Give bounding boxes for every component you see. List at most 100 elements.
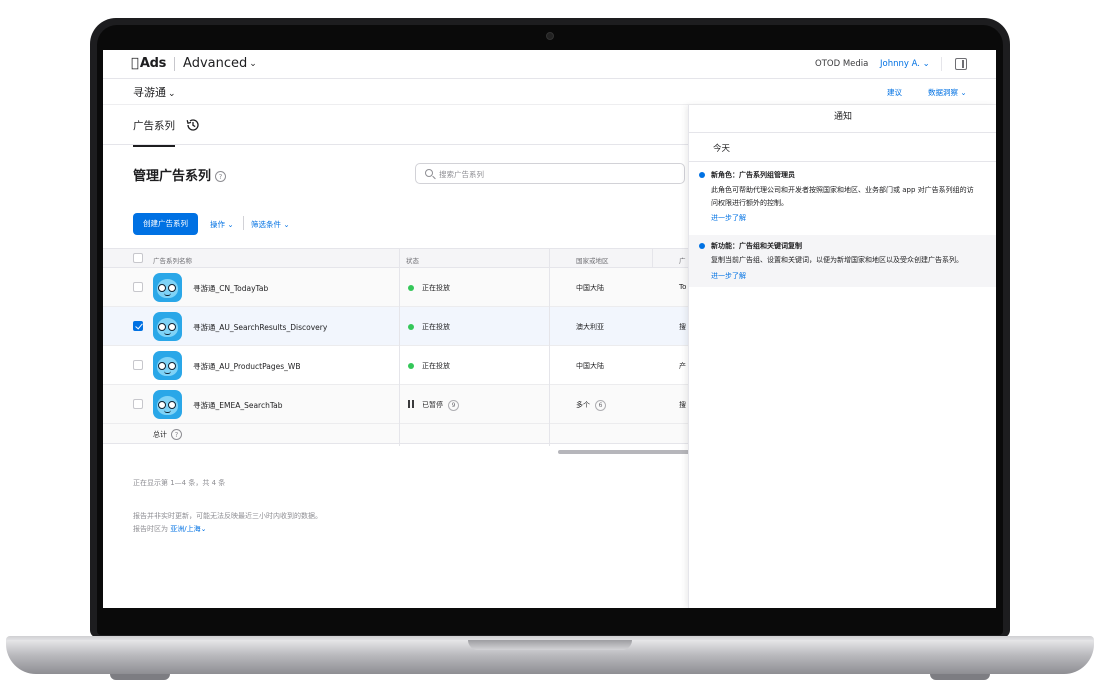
campaign-name[interactable]: 寻游通_AU_SearchResults_Discovery	[193, 322, 327, 333]
campaign-country: 中国大陆	[576, 284, 604, 292]
column-divider	[652, 248, 653, 268]
campaign-status: 正在投放	[422, 323, 450, 331]
pause-icon	[408, 400, 414, 408]
campaign-name[interactable]: 寻游通_CN_TodayTab	[193, 283, 268, 294]
divider	[243, 216, 244, 230]
campaign-country: 中国大陆	[576, 362, 604, 370]
report-timezone: 报告时区为 亚洲/上海⌄	[133, 524, 206, 534]
notifications-title: 通知	[689, 105, 996, 133]
campaign-country: 澳大利亚	[576, 323, 604, 331]
help-icon[interactable]: ?	[215, 171, 227, 182]
campaign-status: 已暂停 9	[422, 400, 459, 411]
timezone-link[interactable]: 亚洲/上海⌄	[170, 525, 206, 533]
user-name: Johnny A.	[880, 59, 920, 69]
apple-logo-icon: 	[131, 56, 139, 71]
app-icon	[153, 390, 182, 419]
notification-heading: 新功能：广告组和关键词复制	[711, 242, 802, 250]
brand[interactable]:  Ads Advanced ⌄	[131, 56, 257, 71]
chevron-down-icon: ⌄	[960, 88, 967, 97]
insights-label: 数据洞察	[928, 88, 958, 97]
timezone-prefix: 报告时区为	[133, 525, 168, 533]
actions-menu[interactable]: 操作 ⌄	[210, 219, 234, 230]
row-checkbox[interactable]	[133, 282, 143, 292]
chevron-down-icon: ⌄	[922, 59, 930, 69]
column-divider	[549, 248, 550, 446]
actions-label: 操作	[210, 220, 225, 229]
laptop-opening-notch	[468, 640, 632, 650]
notification-item[interactable]: 新角色：广告系列组管理员 此角色可帮助代理公司和开发者按照国家和地区、业务部门或…	[689, 162, 996, 233]
total-label: 总计?	[153, 429, 182, 440]
app-switcher[interactable]: 寻游通 ⌄	[133, 84, 176, 100]
org-name: OTOD Media	[815, 59, 869, 69]
filter-label: 筛选条件	[251, 220, 281, 229]
table-header: 广告系列名称 状态 国家或地区 广	[103, 248, 703, 268]
column-header-name[interactable]: 广告系列名称	[153, 255, 192, 265]
campaign-extra: 搜	[679, 401, 686, 409]
app-icon	[153, 312, 182, 341]
count-badge[interactable]: 6	[595, 400, 606, 411]
chevron-down-icon: ⌄	[168, 89, 176, 99]
chevron-down-icon: ⌄	[200, 525, 207, 533]
timezone-value: 亚洲/上海	[170, 525, 201, 533]
status-running-icon	[408, 363, 414, 369]
brand-divider	[174, 56, 176, 71]
total-row: 总计?	[103, 424, 703, 444]
chevron-down-icon: ⌄	[249, 59, 257, 69]
learn-more-link[interactable]: 进一步了解	[711, 213, 746, 223]
status-running-icon	[408, 285, 414, 291]
page-title-text: 管理广告系列	[133, 169, 212, 184]
campaign-extra: 产	[679, 362, 686, 370]
table-row[interactable]: 寻游通_CN_TodayTab 正在投放 中国大陆 To	[103, 268, 703, 307]
search-placeholder: 搜索广告系列	[439, 170, 484, 179]
search-icon	[425, 169, 433, 177]
filter-menu[interactable]: 筛选条件 ⌄	[251, 219, 290, 230]
row-checkbox[interactable]	[133, 399, 143, 409]
camera	[546, 32, 554, 40]
app-bar: 寻游通 ⌄ 建议 数据洞察 ⌄	[103, 79, 996, 105]
help-icon[interactable]: ?	[171, 429, 182, 440]
notification-body: 复制当前广告组、设置和关键词，以便为新增国家和地区以及受众创建广告系列。	[711, 256, 963, 264]
status-text: 已暂停	[422, 401, 443, 409]
table-row[interactable]: 寻游通_AU_ProductPages_WB 正在投放 中国大陆 产	[103, 346, 703, 385]
divider	[941, 57, 942, 71]
table-row[interactable]: 寻游通_EMEA_SearchTab 已暂停 9 多个 6 搜	[103, 385, 703, 424]
column-divider	[399, 248, 400, 446]
row-checkbox[interactable]	[133, 321, 143, 331]
panel-toggle-icon[interactable]	[955, 58, 967, 70]
campaign-status: 正在投放	[422, 284, 450, 292]
insights-menu[interactable]: 数据洞察 ⌄	[928, 87, 967, 98]
tab-campaigns[interactable]: 广告系列	[133, 118, 175, 147]
create-campaign-button[interactable]: 创建广告系列	[133, 213, 198, 235]
app-name: 寻游通	[133, 86, 166, 99]
table-row[interactable]: 寻游通_AU_SearchResults_Discovery 正在投放 澳大利亚…	[103, 307, 703, 346]
campaign-name[interactable]: 寻游通_EMEA_SearchTab	[193, 400, 283, 411]
brand-ads: Ads	[132, 56, 167, 71]
column-header-country[interactable]: 国家或地区	[576, 255, 609, 265]
pagination-count: 正在显示第 1—4 条，共 4 条	[133, 479, 226, 487]
campaign-extra: 搜	[679, 323, 686, 331]
search-input[interactable]: 搜索广告系列	[415, 163, 685, 184]
user-menu[interactable]: Johnny A. ⌄	[880, 59, 930, 69]
top-bar:  Ads Advanced ⌄ OTOD Media Johnny A. ⌄	[103, 50, 996, 79]
report-note: 报告并非实时更新，可能无法反映最近三小时内收到的数据。	[133, 512, 322, 520]
column-header-extra[interactable]: 广	[679, 255, 686, 265]
country-text: 多个	[576, 401, 590, 409]
campaign-extra: To	[679, 283, 687, 291]
suggestions-link[interactable]: 建议	[887, 87, 902, 98]
product-switcher[interactable]: Advanced	[183, 56, 247, 71]
campaign-name[interactable]: 寻游通_AU_ProductPages_WB	[193, 361, 300, 372]
count-badge[interactable]: 9	[448, 400, 459, 411]
horizontal-scrollbar[interactable]	[558, 450, 693, 454]
row-checkbox[interactable]	[133, 360, 143, 370]
notification-heading: 新角色：广告系列组管理员	[711, 171, 795, 179]
notifications-group-label: 今天	[713, 144, 731, 154]
notification-item[interactable]: 新功能：广告组和关键词复制 复制当前广告组、设置和关键词，以便为新增国家和地区以…	[689, 235, 996, 287]
learn-more-link[interactable]: 进一步了解	[711, 271, 746, 281]
history-icon[interactable]	[185, 117, 201, 133]
app-icon	[153, 351, 182, 380]
select-all-checkbox[interactable]	[133, 253, 143, 263]
laptop-foot-right	[930, 674, 990, 680]
column-header-status[interactable]: 状态	[406, 255, 419, 265]
notifications-panel: 通知 今天 新角色：广告系列组管理员 此角色可帮助代理公司和开发者按照国家和地区…	[688, 105, 996, 608]
unread-dot-icon	[699, 172, 705, 178]
